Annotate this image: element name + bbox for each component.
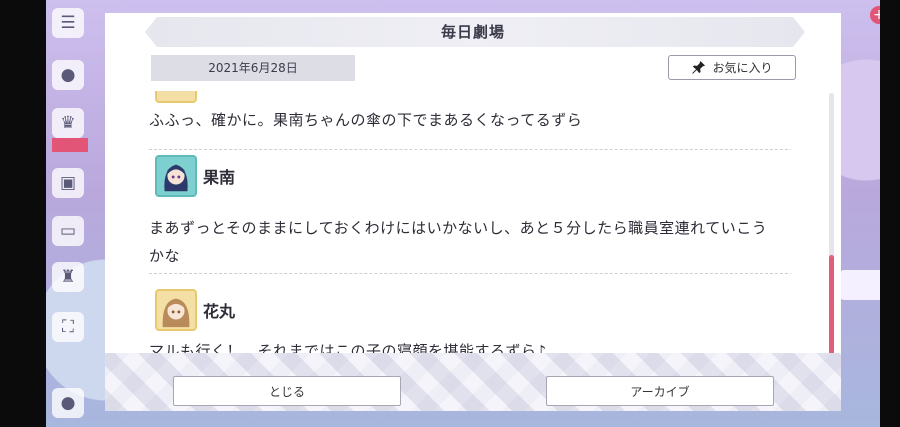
message-text-line2: かな xyxy=(149,247,181,265)
scrollbar[interactable] xyxy=(829,93,834,369)
favorite-label: お気に入り xyxy=(712,61,773,75)
message-divider xyxy=(149,149,791,150)
conversation-scroll-area[interactable]: ふふっ、確かに。果南ちゃんの傘の下でまあるくなってるずら 果南 まあずっとそのま… xyxy=(141,91,791,367)
message-divider xyxy=(149,273,791,274)
scrollbar-thumb[interactable] xyxy=(829,255,834,367)
device-bezel-right xyxy=(880,0,900,427)
chat-icon[interactable]: ● xyxy=(52,60,84,90)
speaker-hanamaru: 花丸 xyxy=(155,289,235,331)
menu-icon[interactable]: ☰ xyxy=(52,8,84,38)
dialog-footer: とじる アーカイブ xyxy=(105,353,841,411)
favorite-button[interactable]: お気に入り xyxy=(668,55,796,80)
present-icon[interactable]: ♛ xyxy=(52,108,84,138)
message-text-line1: まあずっとそのままにしておくわけにはいかないし、あと５分したら職員室連れていこう xyxy=(149,219,768,237)
game-screen: ☰ ● ♛ ▣ ▭ ♜ ⛶ ● + 毎日劇場 2021年6月28日 お気に入り … xyxy=(0,0,900,427)
date-label: 2021年6月28日 xyxy=(151,55,355,81)
pin-icon xyxy=(692,60,706,74)
user-icon[interactable]: ● xyxy=(52,388,84,418)
daily-theater-dialog: 毎日劇場 2021年6月28日 お気に入り ふふっ、確かに。果南ちゃんの傘の下で… xyxy=(105,13,841,411)
archive-button[interactable]: アーカイブ xyxy=(546,376,774,406)
avatar xyxy=(155,289,197,331)
fullscreen-icon[interactable]: ⛶ xyxy=(52,312,84,342)
speaker-name: 花丸 xyxy=(203,302,236,321)
hanamaru-avatar-partial xyxy=(155,91,197,103)
speaker-name: 果南 xyxy=(203,168,236,187)
avatar xyxy=(155,155,197,197)
trophy-icon[interactable]: ♜ xyxy=(52,262,84,292)
device-bezel-left xyxy=(0,0,46,427)
close-button[interactable]: とじる xyxy=(173,376,401,406)
message-text: ふふっ、確かに。果南ちゃんの傘の下でまあるくなってるずら xyxy=(149,111,583,129)
left-menu-rail: ☰ ● ♛ ▣ ▭ ♜ ⛶ ● xyxy=(52,8,88,423)
dialog-title: 毎日劇場 xyxy=(440,23,505,41)
notice-badge xyxy=(52,138,88,152)
speaker-kanan: 果南 xyxy=(155,155,235,197)
monitor-icon[interactable]: ▭ xyxy=(52,216,84,246)
gift-icon[interactable]: ▣ xyxy=(52,168,84,198)
